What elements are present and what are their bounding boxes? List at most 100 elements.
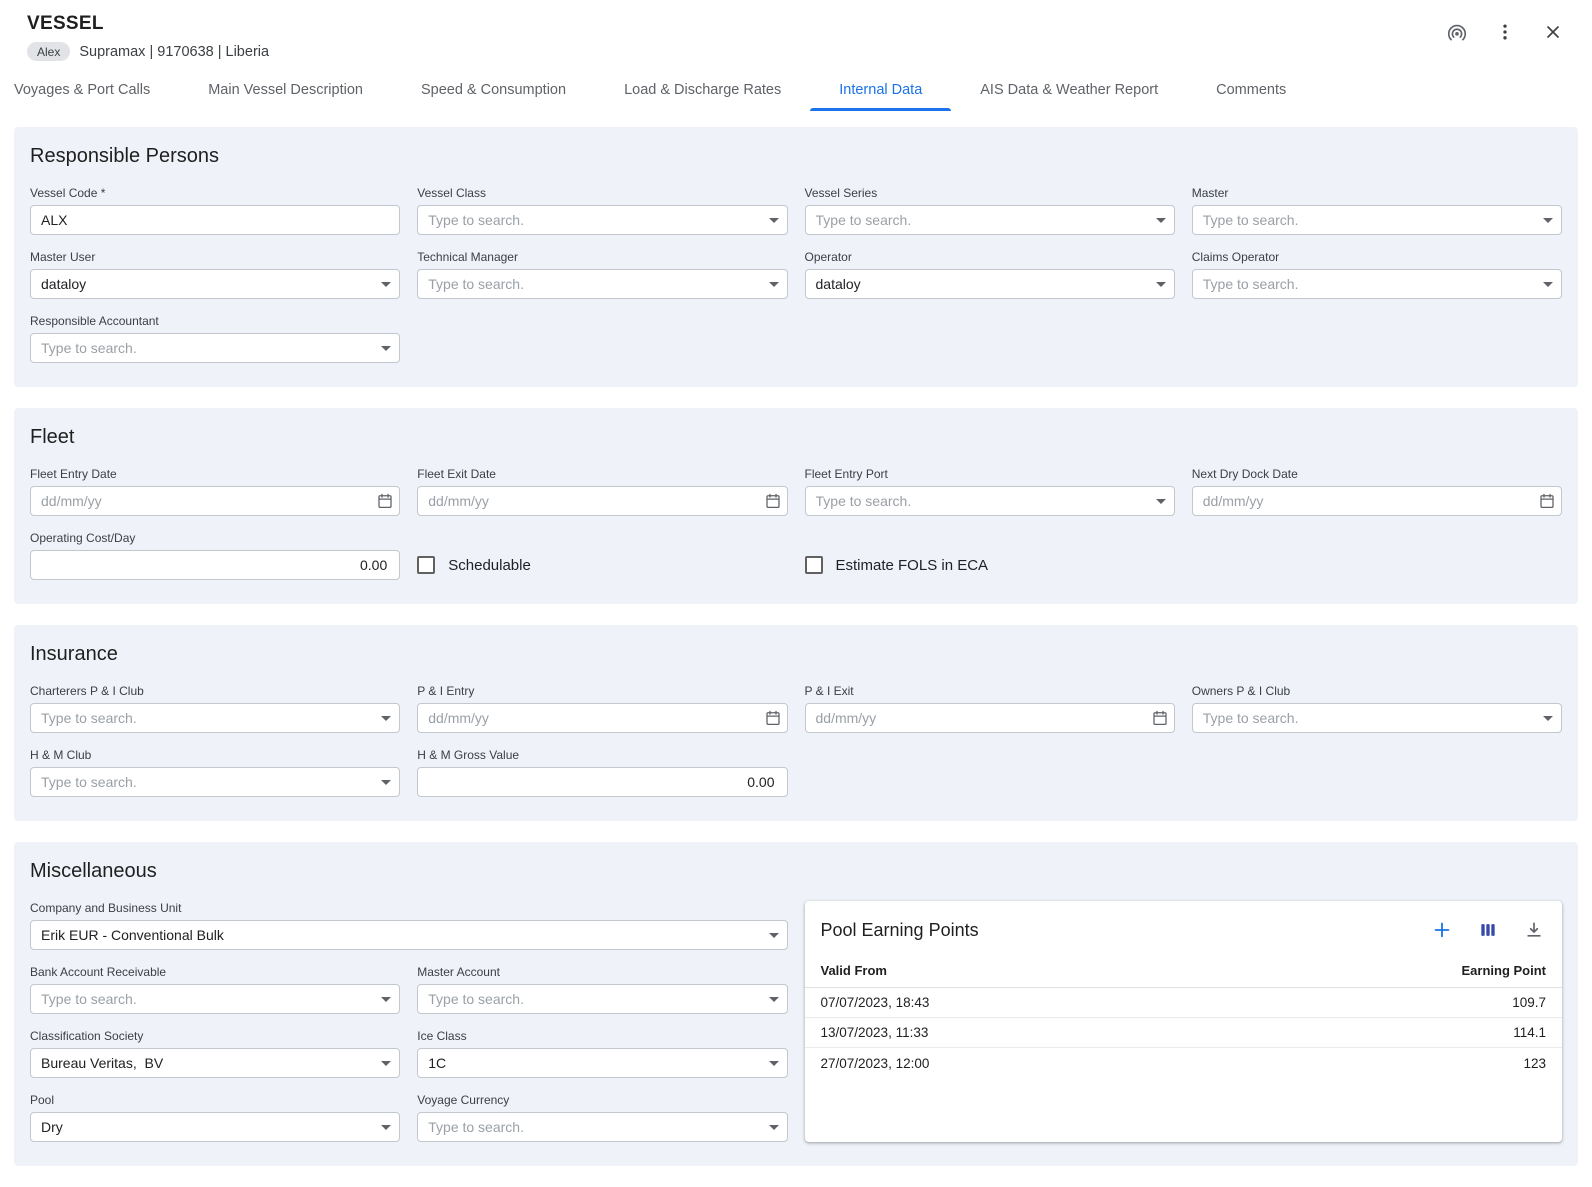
valid-from-cell: 07/07/2023, 18:43 — [821, 995, 930, 1010]
master-account-input[interactable] — [418, 985, 760, 1013]
voyage-currency-input[interactable] — [418, 1113, 760, 1141]
broadcast-icon[interactable] — [1445, 20, 1469, 44]
next-dry-dock-date-input[interactable] — [1193, 487, 1533, 515]
owners-p-i-club-label: Owners P & I Club — [1192, 684, 1562, 698]
p-i-entry-label: P & I Entry — [417, 684, 787, 698]
bank-account-receivable-control — [30, 984, 400, 1014]
chevron-down-icon[interactable] — [373, 704, 399, 732]
chevron-down-icon[interactable] — [761, 270, 787, 298]
column-valid-from: Valid From — [821, 963, 887, 978]
fleet-exit-date-input[interactable] — [418, 487, 758, 515]
claims-operator-control — [1192, 269, 1562, 299]
tab-speed-consumption[interactable]: Speed & Consumption — [392, 69, 595, 111]
chevron-down-icon[interactable] — [1535, 704, 1561, 732]
calendar-icon[interactable] — [371, 487, 399, 515]
vessel-subtitle: Supramax | 9170638 | Liberia — [79, 44, 269, 60]
fleet-entry-date-label: Fleet Entry Date — [30, 467, 400, 481]
add-icon[interactable] — [1430, 918, 1454, 942]
table-row[interactable]: 27/07/2023, 12:00 123 — [805, 1048, 1563, 1078]
chevron-down-icon[interactable] — [761, 921, 787, 949]
p-i-entry-input[interactable] — [418, 704, 758, 732]
miscellaneous-grid: Company and Business Unit Pool Earning P… — [30, 901, 1562, 1142]
fleet-entry-date-input[interactable] — [31, 487, 371, 515]
download-icon[interactable] — [1522, 918, 1546, 942]
operating-cost-day-input[interactable] — [31, 551, 399, 579]
responsible-accountant-input[interactable] — [31, 334, 373, 362]
vessel-code-input[interactable] — [31, 206, 399, 234]
vessel-class-input[interactable] — [418, 206, 760, 234]
h-m-club-input[interactable] — [31, 768, 373, 796]
chevron-down-icon[interactable] — [1148, 487, 1174, 515]
column-earning-point: Earning Point — [1462, 963, 1547, 978]
tab-internal-data[interactable]: Internal Data — [810, 69, 951, 111]
section-insurance: Insurance Charterers P & I Club P & I En… — [14, 625, 1578, 821]
calendar-icon[interactable] — [759, 704, 787, 732]
chevron-down-icon[interactable] — [373, 270, 399, 298]
chevron-down-icon[interactable] — [1148, 270, 1174, 298]
claims-operator-label: Claims Operator — [1192, 250, 1562, 264]
h-m-club-label: H & M Club — [30, 748, 400, 762]
tab-load-discharge-rates[interactable]: Load & Discharge Rates — [595, 69, 810, 111]
pool-input[interactable] — [31, 1113, 373, 1141]
owners-p-i-club-input[interactable] — [1193, 704, 1535, 732]
section-fleet: Fleet Fleet Entry Date Fleet Exit Date F… — [14, 408, 1578, 604]
chevron-down-icon[interactable] — [761, 985, 787, 1013]
schedulable-checkbox[interactable] — [417, 556, 435, 574]
field-operator: Operator — [805, 250, 1175, 299]
master-input[interactable] — [1193, 206, 1535, 234]
chevron-down-icon[interactable] — [373, 1049, 399, 1077]
company-and-business-unit-label: Company and Business Unit — [30, 901, 788, 915]
vessel-series-label: Vessel Series — [805, 186, 1175, 200]
chevron-down-icon[interactable] — [1535, 206, 1561, 234]
operator-input[interactable] — [806, 270, 1148, 298]
fleet-entry-port-input[interactable] — [806, 487, 1148, 515]
field-charterers-p-i-club: Charterers P & I Club — [30, 684, 400, 733]
h-m-gross-value-control — [417, 767, 787, 797]
field-ice-class: Ice Class — [417, 1029, 787, 1078]
master-user-input[interactable] — [31, 270, 373, 298]
vessel-series-input[interactable] — [806, 206, 1148, 234]
ice-class-input[interactable] — [418, 1049, 760, 1077]
chevron-down-icon[interactable] — [373, 985, 399, 1013]
company-and-business-unit-input[interactable] — [31, 921, 761, 949]
calendar-icon[interactable] — [1533, 487, 1561, 515]
charterers-p-i-club-control — [30, 703, 400, 733]
claims-operator-input[interactable] — [1193, 270, 1535, 298]
company-and-business-unit-control — [30, 920, 788, 950]
tab-comments[interactable]: Comments — [1187, 69, 1315, 111]
calendar-icon[interactable] — [759, 487, 787, 515]
chevron-down-icon[interactable] — [1148, 206, 1174, 234]
pool-earning-points-title: Pool Earning Points — [821, 920, 979, 941]
chevron-down-icon[interactable] — [373, 1113, 399, 1141]
table-row[interactable]: 13/07/2023, 11:33 114.1 — [805, 1018, 1563, 1048]
chevron-down-icon[interactable] — [1535, 270, 1561, 298]
technical-manager-input[interactable] — [418, 270, 760, 298]
bank-account-receivable-input[interactable] — [31, 985, 373, 1013]
pool-earning-points-actions — [1430, 918, 1546, 942]
classification-society-input[interactable] — [31, 1049, 373, 1077]
chevron-down-icon[interactable] — [373, 334, 399, 362]
estimate-fols-checkbox[interactable] — [805, 556, 823, 574]
close-icon[interactable] — [1541, 20, 1565, 44]
vessel-class-control — [417, 205, 787, 235]
chevron-down-icon[interactable] — [761, 1113, 787, 1141]
kebab-menu-icon[interactable] — [1493, 20, 1517, 44]
tab-main-vessel-description[interactable]: Main Vessel Description — [179, 69, 392, 111]
h-m-gross-value-input[interactable] — [418, 768, 786, 796]
table-row[interactable]: 07/07/2023, 18:43 109.7 — [805, 988, 1563, 1018]
chevron-down-icon[interactable] — [761, 1049, 787, 1077]
ice-class-control — [417, 1048, 787, 1078]
charterers-p-i-club-input[interactable] — [31, 704, 373, 732]
p-i-exit-input[interactable] — [806, 704, 1146, 732]
field-vessel-class: Vessel Class — [417, 186, 787, 235]
next-dry-dock-date-control — [1192, 486, 1562, 516]
chevron-down-icon[interactable] — [373, 768, 399, 796]
columns-icon[interactable] — [1476, 918, 1500, 942]
calendar-icon[interactable] — [1146, 704, 1174, 732]
field-operating-cost-day: Operating Cost/Day — [30, 531, 400, 580]
tab-voyages-port-calls[interactable]: Voyages & Port Calls — [14, 69, 179, 111]
vessel-owner-badge: Alex — [27, 42, 70, 61]
earning-point-cell: 123 — [1523, 1056, 1546, 1071]
tab-ais-data-weather-report[interactable]: AIS Data & Weather Report — [951, 69, 1187, 111]
chevron-down-icon[interactable] — [761, 206, 787, 234]
